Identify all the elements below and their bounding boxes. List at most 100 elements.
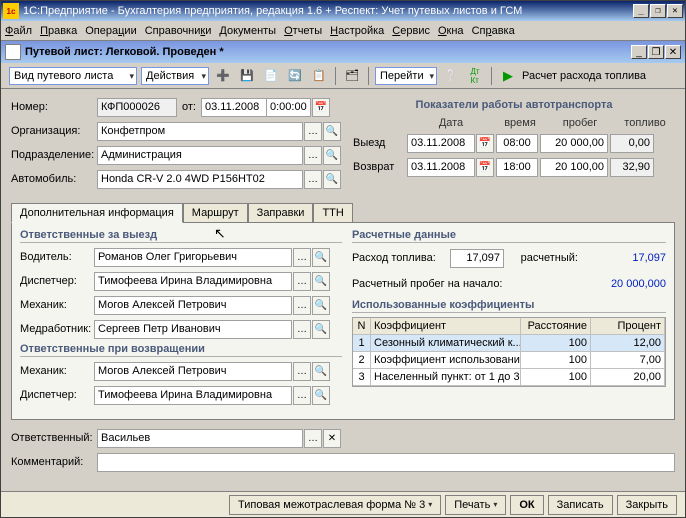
actions-dropdown[interactable]: Действия (141, 67, 209, 85)
dept-field[interactable]: Администрация (97, 146, 303, 165)
ret-mechanic-select-button[interactable]: … (293, 362, 311, 381)
tab-ttn[interactable]: ТТН (313, 203, 352, 222)
go-dropdown[interactable]: Перейти (375, 67, 437, 85)
menu-windows[interactable]: Окна (438, 25, 464, 37)
date-field[interactable]: 03.11.2008 (201, 98, 267, 117)
dispatcher-select-button[interactable]: … (293, 272, 311, 291)
calc-play-icon[interactable]: ▶ (498, 66, 518, 86)
tool-add-icon[interactable]: ➕ (213, 66, 233, 86)
driver-label: Водитель: (20, 251, 94, 263)
ok-button[interactable]: ОК (510, 495, 543, 515)
table-row: 2 Коэффициент использовани... 100 7,00 (353, 352, 665, 369)
comment-field[interactable] (97, 453, 675, 472)
close-doc-button[interactable]: Закрыть (617, 495, 677, 515)
doc-title: Путевой лист: Легковой. Проведен * (25, 46, 631, 58)
fuel-cons-field[interactable]: 17,097 (450, 249, 504, 268)
car-field[interactable]: Honda CR-V 2.0 4WD Р156НТ02 (97, 170, 303, 189)
menu-help[interactable]: Справка (472, 25, 515, 37)
menu-service[interactable]: Сервис (392, 25, 430, 37)
date-picker-icon[interactable]: 📅 (312, 98, 330, 117)
mechanic-select-button[interactable]: … (293, 296, 311, 315)
ret-mechanic-field[interactable]: Могов Алексей Петрович (94, 362, 292, 381)
return-date-picker-icon[interactable]: 📅 (476, 158, 494, 177)
org-select-button[interactable]: … (304, 122, 322, 141)
resp-field[interactable]: Васильев (97, 429, 303, 448)
medic-label: Медработник: (20, 323, 94, 335)
car-search-icon[interactable]: 🔍 (323, 170, 341, 189)
calc-label[interactable]: Расчет расхода топлива (522, 70, 646, 82)
tool-dtkt-icon[interactable]: ДтКт (465, 66, 485, 86)
org-label: Организация: (11, 125, 97, 137)
depart-date[interactable]: 03.11.2008 (407, 134, 475, 153)
menu-edit[interactable]: Правка (40, 25, 77, 37)
view-type-dropdown[interactable]: Вид путевого листа (9, 67, 137, 85)
ret-dispatcher-field[interactable]: Тимофеева Ирина Владимировна (94, 386, 292, 405)
ret-dispatcher-select-button[interactable]: … (293, 386, 311, 405)
mileage-start-value: 20 000,000 (512, 278, 666, 290)
return-staff-title: Ответственные при возвращении (20, 343, 342, 357)
menu-ref[interactable]: Справочники (145, 25, 212, 37)
dispatcher-field[interactable]: Тимофеева Ирина Владимировна (94, 272, 292, 291)
restore-button[interactable]: ❐ (650, 4, 666, 18)
col-time: время (495, 117, 545, 129)
menu-ops[interactable]: Операции (85, 25, 136, 37)
main-menu: Файл Правка Операции Справочники Докумен… (1, 21, 685, 41)
doc-minimize-button[interactable]: _ (631, 45, 647, 59)
tool-struct-icon[interactable]: 🗂 (342, 66, 362, 86)
menu-reports[interactable]: Отчеты (284, 25, 322, 37)
app-logo: 1c (3, 3, 19, 19)
dept-select-button[interactable]: … (304, 146, 322, 165)
col-name: Коэффициент (371, 318, 521, 334)
close-button[interactable]: ✕ (667, 4, 683, 18)
ret-mechanic-label: Механик: (20, 365, 94, 377)
tab-additional-info[interactable]: Дополнительная информация (11, 203, 183, 223)
coeffs-table[interactable]: N Коэффициент Расстояние Процент 1 Сезон… (352, 317, 666, 387)
medic-search-icon[interactable]: 🔍 (312, 320, 330, 339)
coeffs-title: Использованные коэффициенты (352, 299, 666, 313)
menu-docs[interactable]: Документы (219, 25, 276, 37)
return-date[interactable]: 03.11.2008 (407, 158, 475, 177)
col-mileage: пробег (545, 117, 615, 129)
tool-list-icon[interactable]: 📋 (309, 66, 329, 86)
mechanic-field[interactable]: Могов Алексей Петрович (94, 296, 292, 315)
time-field[interactable]: 0:00:00 (267, 98, 311, 117)
minimize-button[interactable]: _ (633, 4, 649, 18)
app-title: 1С:Предприятие - Бухгалтерия предприятия… (23, 5, 633, 17)
driver-field[interactable]: Романов Олег Григорьевич (94, 248, 292, 267)
return-time[interactable]: 18:00 (496, 158, 538, 177)
ret-dispatcher-search-icon[interactable]: 🔍 (312, 386, 330, 405)
save-button[interactable]: Записать (548, 495, 613, 515)
medic-field[interactable]: Сергеев Петр Иванович (94, 320, 292, 339)
print-button[interactable]: Печать (445, 495, 506, 515)
doc-close-button[interactable]: ✕ (665, 45, 681, 59)
tool-save-icon[interactable]: 💾 (237, 66, 257, 86)
dispatcher-search-icon[interactable]: 🔍 (312, 272, 330, 291)
tool-doc-icon[interactable]: 📄 (261, 66, 281, 86)
return-mileage[interactable]: 20 100,00 (540, 158, 608, 177)
tabs: Дополнительная информация Маршрут Заправ… (11, 203, 675, 223)
menu-settings[interactable]: Настройка (330, 25, 384, 37)
depart-date-picker-icon[interactable]: 📅 (476, 134, 494, 153)
depart-mileage[interactable]: 20 000,00 (540, 134, 608, 153)
tab-route[interactable]: Маршрут (183, 203, 248, 222)
ret-mechanic-search-icon[interactable]: 🔍 (312, 362, 330, 381)
tool-refresh-icon[interactable]: 🔄 (285, 66, 305, 86)
number-field[interactable]: КФП000026 (97, 98, 177, 117)
doc-restore-button[interactable]: ❐ (648, 45, 664, 59)
depart-time[interactable]: 08:00 (496, 134, 538, 153)
mechanic-search-icon[interactable]: 🔍 (312, 296, 330, 315)
form-template-button[interactable]: Типовая межотраслевая форма № 3 (229, 495, 441, 515)
medic-select-button[interactable]: … (293, 320, 311, 339)
resp-select-button[interactable]: … (304, 429, 322, 448)
car-select-button[interactable]: … (304, 170, 322, 189)
org-search-icon[interactable]: 🔍 (323, 122, 341, 141)
tool-help-icon[interactable]: ❔ (441, 66, 461, 86)
driver-select-button[interactable]: … (293, 248, 311, 267)
tab-refuel[interactable]: Заправки (248, 203, 314, 222)
dept-search-icon[interactable]: 🔍 (323, 146, 341, 165)
menu-file[interactable]: Файл (5, 25, 32, 37)
return-label: Возврат (353, 161, 407, 173)
driver-search-icon[interactable]: 🔍 (312, 248, 330, 267)
resp-clear-button[interactable]: ✕ (323, 429, 341, 448)
org-field[interactable]: Конфетпром (97, 122, 303, 141)
